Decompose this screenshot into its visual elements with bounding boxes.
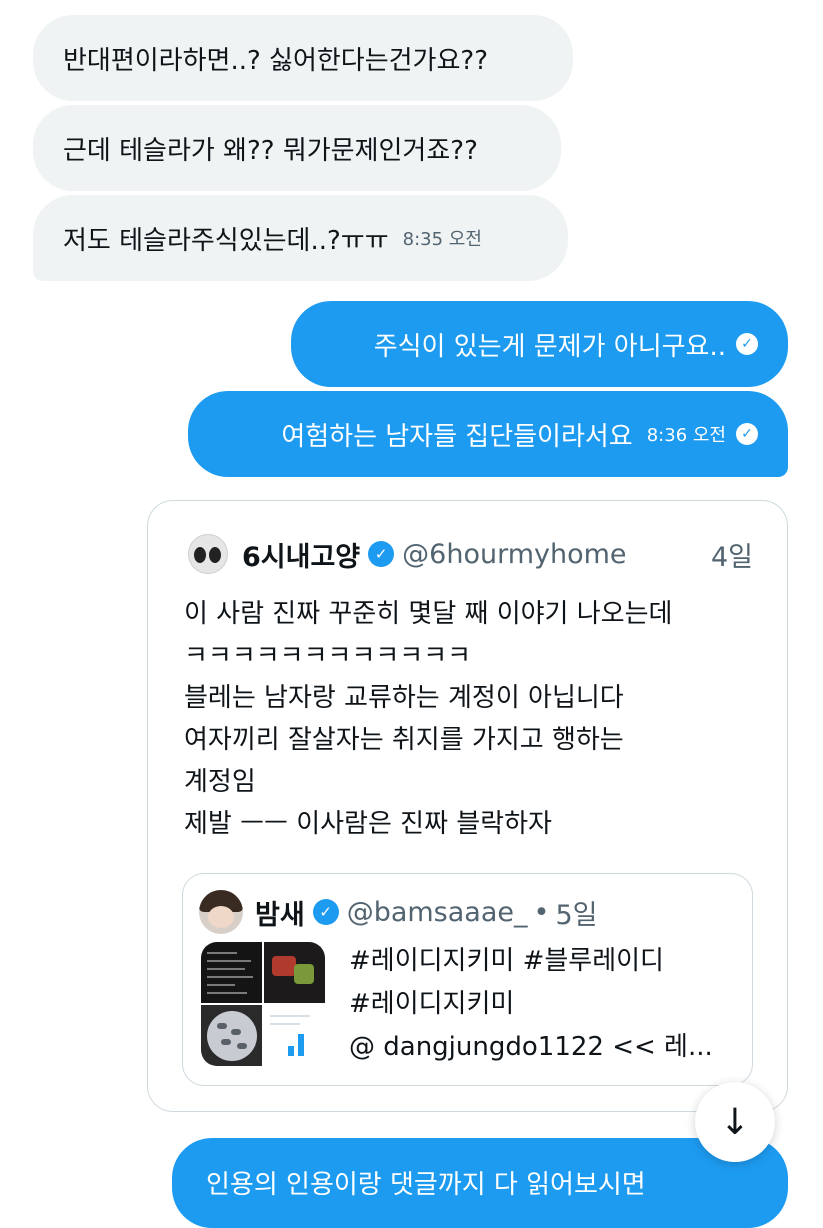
post-line: 이 사람 진짜 꾸준히 몇달 째 이야기 나오는데 [184, 599, 673, 629]
read-check-icon: ✓ [736, 423, 758, 445]
scroll-to-bottom-button[interactable]: ↓ [695, 1082, 775, 1162]
post-line: 블레는 남자랑 교류하는 계정이 아닙니다 [184, 683, 624, 713]
message-text: 반대편이라하면..? 싫어한다는건가요?? [63, 45, 488, 76]
post-text: 이 사람 진짜 꾸준히 몇달 째 이야기 나오는데 ㅋㅋㅋㅋㅋㅋㅋㅋㅋㅋㅋㅋ 블… [184, 593, 757, 845]
post-header: 6시내고양 ✓ @6hourmyhome 4일 [188, 533, 753, 575]
verified-badge-icon: ✓ [312, 899, 339, 925]
media-thumbnail[interactable] [201, 1005, 262, 1066]
author-handle[interactable]: @6hourmyhome [402, 539, 626, 570]
post-line: #레이디지키미 #블루레이디 [349, 946, 664, 976]
media-thumbnail[interactable] [264, 942, 325, 1003]
post-line: 제발 ㅡㅡ 이사람은 진짜 블락하자 [184, 809, 552, 839]
media-thumbnail[interactable] [264, 1005, 325, 1066]
message-text: 여험하는 남자들 집단들이라서요 [281, 421, 633, 452]
post-line: ㅋㅋㅋㅋㅋㅋㅋㅋㅋㅋㅋㅋ [184, 641, 472, 671]
post-age: 5일 [555, 899, 598, 931]
author-name[interactable]: 밤새 [255, 893, 305, 932]
avatar[interactable] [199, 890, 243, 934]
post-line: 여자끼리 잘살자는 취지를 가지고 행하는 [184, 725, 624, 755]
sent-message-3[interactable]: 인용의 인용이랑 댓글까지 다 읽어보시면 [172, 1138, 788, 1228]
quoted-post-card[interactable]: 밤새 ✓ @bamsaaae_ • 5일 #레이디지키미 #블루레이디 #레이디… [182, 873, 753, 1086]
read-check-icon: ✓ [736, 333, 758, 355]
verified-badge-icon: ✓ [368, 541, 395, 567]
message-time: 8:36 오전 [646, 425, 726, 446]
author-name[interactable]: 6시내고양 [242, 535, 360, 574]
shared-post-card[interactable]: 6시내고양 ✓ @6hourmyhome 4일 이 사람 진짜 꾸준히 몇달 째… [147, 500, 788, 1112]
separator-dot: • [533, 896, 550, 928]
quoted-post-text: #레이디지키미 #블루레이디 #레이디지키미 @ dangjungdo1122 … [349, 940, 713, 1069]
sent-message-2[interactable]: 여험하는 남자들 집단들이라서요 8:36 오전 ✓ [188, 391, 788, 477]
message-text: 저도 테슬라주식있는데..?ㅠㅠ [63, 225, 389, 256]
received-message-1[interactable]: 반대편이라하면..? 싫어한다는건가요?? [33, 15, 573, 101]
arrow-down-icon: ↓ [719, 1101, 751, 1143]
received-message-3[interactable]: 저도 테슬라주식있는데..?ㅠㅠ 8:35 오전 [33, 195, 568, 281]
post-line: @ dangjungdo1122 << 레... [349, 1032, 713, 1062]
sent-message-1[interactable]: 주식이 있는게 문제가 아니구요.. ✓ [291, 301, 788, 387]
post-line: 계정임 [184, 767, 256, 797]
post-age: 4일 [710, 541, 753, 573]
message-time: 8:35 오전 [402, 229, 482, 250]
received-message-2[interactable]: 근데 테슬라가 왜?? 뭐가문제인거죠?? [33, 105, 561, 191]
message-text: 인용의 인용이랑 댓글까지 다 읽어보시면 [206, 1170, 646, 1200]
media-grid[interactable] [201, 942, 325, 1066]
post-line: #레이디지키미 [349, 989, 515, 1019]
author-handle[interactable]: @bamsaaae_ [347, 897, 528, 928]
avatar[interactable] [188, 534, 228, 574]
quoted-post-header: 밤새 ✓ @bamsaaae_ • 5일 [199, 890, 597, 934]
media-thumbnail[interactable] [201, 942, 262, 1003]
message-text: 주식이 있는게 문제가 아니구요.. [373, 331, 726, 362]
message-text: 근데 테슬라가 왜?? 뭐가문제인거죠?? [63, 135, 478, 166]
